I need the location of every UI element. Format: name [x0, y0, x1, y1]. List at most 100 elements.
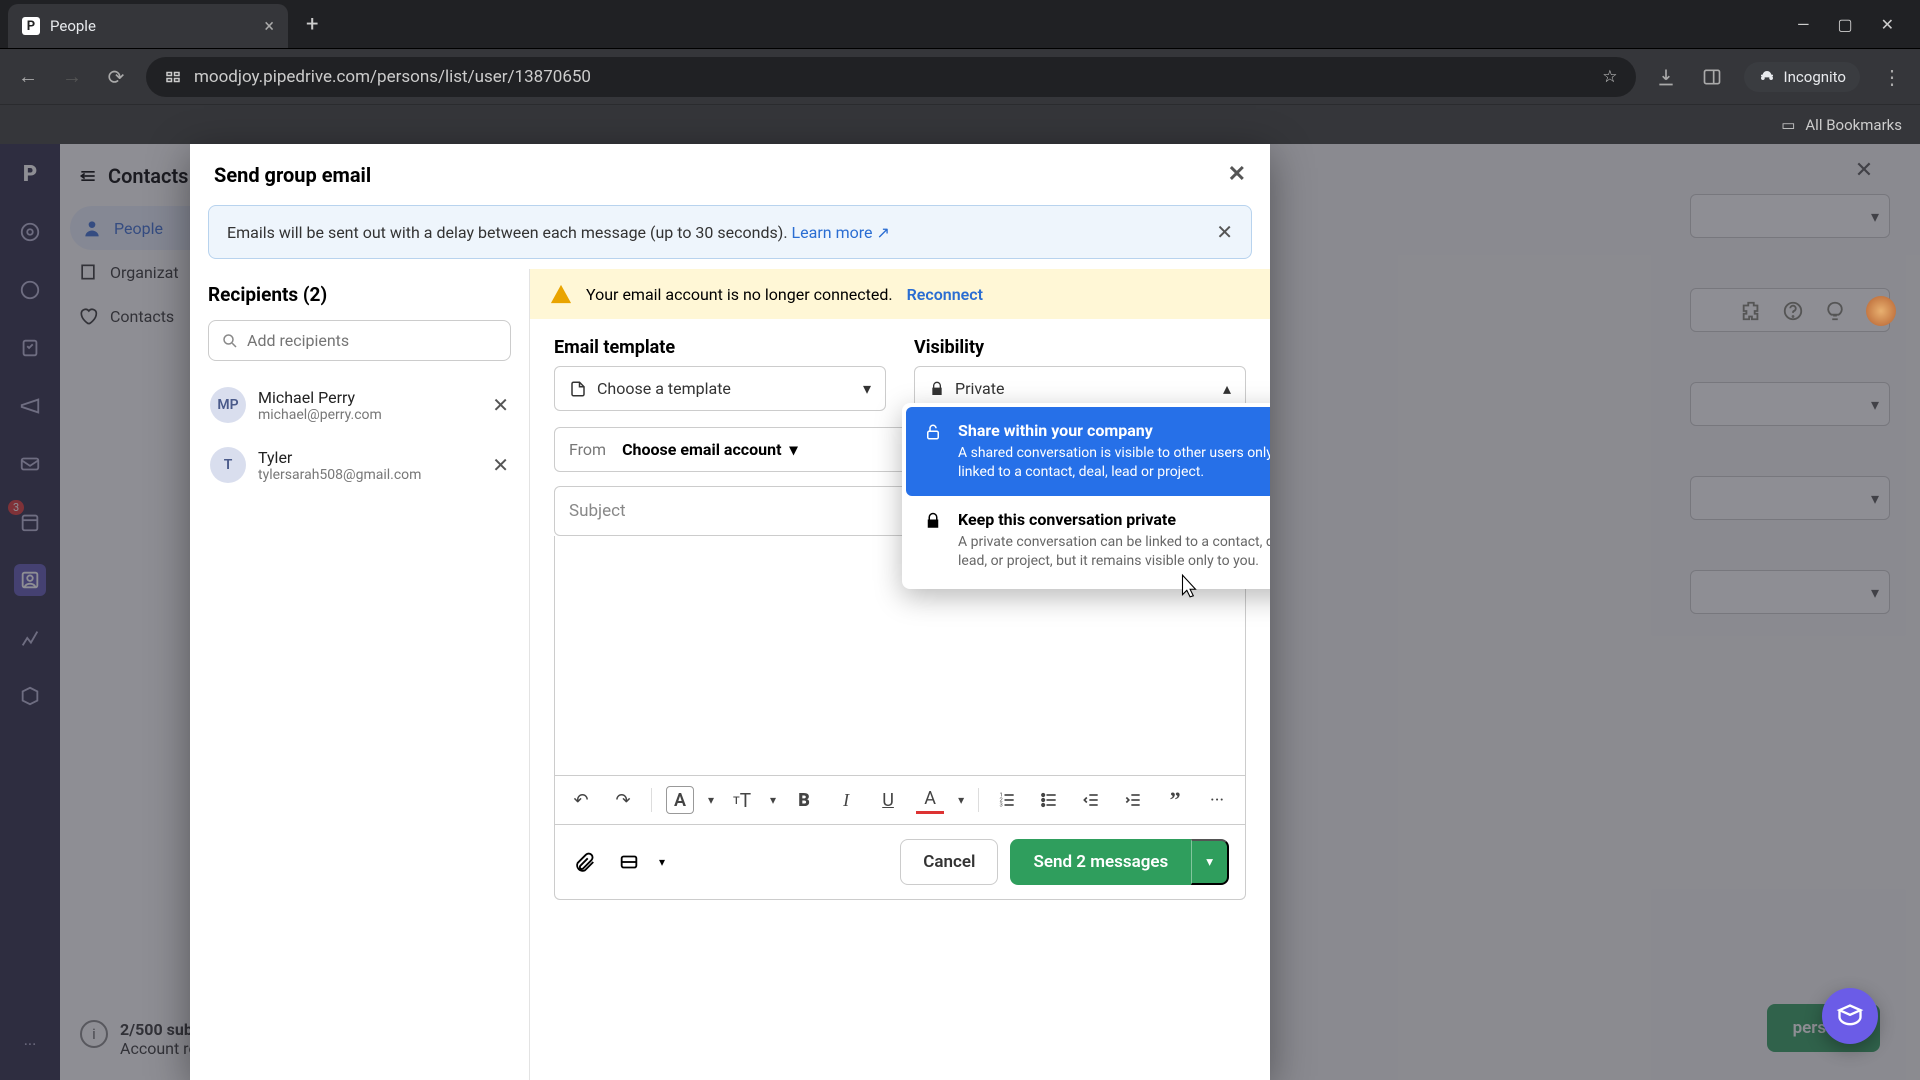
recipient-email: tylersarah508@gmail.com	[258, 467, 480, 483]
undo-icon[interactable]: ↶	[567, 786, 595, 814]
url-input[interactable]: moodjoy.pipedrive.com/persons/list/user/…	[146, 57, 1636, 97]
reconnect-link[interactable]: Reconnect	[907, 285, 983, 304]
insert-field-icon[interactable]	[615, 848, 643, 876]
chevron-down-icon[interactable]: ▾	[770, 793, 776, 807]
info-text: Emails will be sent out with a delay bet…	[227, 223, 788, 242]
visibility-option-private[interactable]: Keep this conversation private A private…	[906, 496, 1270, 585]
indent-icon[interactable]	[1119, 786, 1147, 814]
back-button[interactable]: ←	[14, 63, 42, 91]
recipient-row: T Tyler tylersarah508@gmail.com ✕	[208, 435, 511, 495]
visibility-dropdown: Share within your company A shared conve…	[902, 403, 1270, 589]
unlock-icon	[922, 423, 944, 441]
remove-recipient-icon[interactable]: ✕	[492, 453, 509, 477]
recipients-search-field[interactable]	[247, 331, 498, 350]
italic-icon[interactable]: I	[832, 786, 860, 814]
avatar: MP	[210, 387, 246, 423]
bookmark-star-icon[interactable]: ☆	[1602, 67, 1617, 87]
tab-title: People	[50, 17, 254, 35]
from-label: From	[569, 440, 606, 459]
search-icon	[221, 332, 239, 350]
site-settings-icon[interactable]	[164, 68, 182, 86]
send-group-email-modal: Send group email ✕ Emails will be sent o…	[190, 144, 1270, 1080]
url-text: moodjoy.pipedrive.com/persons/list/user/…	[194, 67, 591, 87]
option-title: Keep this conversation private	[958, 510, 1270, 529]
remove-recipient-icon[interactable]: ✕	[492, 393, 509, 417]
template-icon	[569, 380, 587, 398]
new-tab-button[interactable]: +	[296, 6, 328, 43]
chevron-up-icon: ▴	[1223, 379, 1231, 398]
sidepanel-icon[interactable]	[1698, 63, 1726, 91]
learn-more-link[interactable]: Learn more ↗	[792, 223, 890, 242]
extensions-icon[interactable]	[1740, 300, 1762, 322]
font-family-icon[interactable]: A	[666, 786, 694, 814]
chevron-down-icon[interactable]: ▾	[659, 855, 665, 869]
compose-panel: Your email account is no longer connecte…	[530, 269, 1270, 1080]
chevron-down-icon: ▾	[863, 379, 871, 398]
text-color-icon[interactable]: A	[916, 786, 944, 814]
browser-tab[interactable]: P People ×	[8, 4, 288, 48]
from-account-select[interactable]: Choose email account ▾	[622, 440, 797, 459]
cancel-button[interactable]: Cancel	[900, 839, 998, 885]
more-tools-icon[interactable]: ···	[1203, 786, 1231, 814]
avatar: T	[210, 447, 246, 483]
recipients-heading: Recipients (2)	[208, 283, 511, 306]
maximize-icon[interactable]: ▢	[1837, 15, 1852, 34]
visibility-option-shared[interactable]: Share within your company A shared conve…	[906, 407, 1270, 496]
folder-icon: ▭	[1781, 116, 1795, 134]
unordered-list-icon[interactable]	[1035, 786, 1063, 814]
template-select[interactable]: Choose a template ▾	[554, 366, 886, 411]
info-banner: Emails will be sent out with a delay bet…	[208, 205, 1252, 259]
window-controls: — ▢ ✕	[1797, 15, 1912, 34]
ordered-list-icon[interactable]: 123	[993, 786, 1021, 814]
chevron-down-icon: ▾	[790, 440, 798, 459]
app-header-actions	[1740, 296, 1896, 326]
tab-favicon-icon: P	[22, 17, 40, 35]
lock-icon	[929, 381, 945, 397]
recipient-name: Tyler	[258, 448, 480, 467]
help-icon[interactable]	[1782, 300, 1804, 322]
forward-button[interactable]: →	[58, 63, 86, 91]
chevron-down-icon[interactable]: ▾	[708, 793, 714, 807]
reload-button[interactable]: ⟳	[102, 63, 130, 91]
font-size-icon[interactable]: тT	[728, 786, 756, 814]
all-bookmarks-button[interactable]: All Bookmarks	[1805, 116, 1902, 134]
modal-title: Send group email	[214, 163, 371, 187]
user-avatar[interactable]	[1866, 296, 1896, 326]
minimize-icon[interactable]: —	[1797, 15, 1810, 34]
address-bar: ← → ⟳ moodjoy.pipedrive.com/persons/list…	[0, 48, 1920, 104]
dismiss-banner-icon[interactable]: ✕	[1216, 220, 1233, 244]
incognito-indicator[interactable]: Incognito	[1744, 62, 1860, 92]
redo-icon[interactable]: ↷	[609, 786, 637, 814]
quote-icon[interactable]: ”	[1161, 786, 1189, 814]
outdent-icon[interactable]	[1077, 786, 1105, 814]
send-options-button[interactable]: ▾	[1191, 839, 1229, 885]
warning-banner: Your email account is no longer connecte…	[530, 269, 1270, 319]
bookmarks-bar: ▭ All Bookmarks	[0, 104, 1920, 144]
close-icon[interactable]: ×	[264, 16, 274, 37]
lightbulb-icon[interactable]	[1824, 300, 1846, 322]
recipients-panel: Recipients (2) MP Michael Perry michael@…	[190, 269, 530, 1080]
chevron-down-icon[interactable]: ▾	[958, 793, 964, 807]
recipient-email: michael@perry.com	[258, 407, 480, 423]
lock-icon	[922, 512, 944, 530]
underline-icon[interactable]: U	[874, 786, 902, 814]
option-description: A private conversation can be linked to …	[958, 533, 1270, 571]
warning-text: Your email account is no longer connecte…	[586, 285, 893, 304]
close-icon[interactable]: ✕	[1228, 162, 1246, 187]
svg-text:3: 3	[1000, 803, 1003, 809]
downloads-icon[interactable]	[1652, 63, 1680, 91]
close-window-icon[interactable]: ✕	[1881, 15, 1894, 34]
browser-menu-icon[interactable]: ⋮	[1878, 63, 1906, 91]
attachment-icon[interactable]	[571, 848, 599, 876]
recipient-row: MP Michael Perry michael@perry.com ✕	[208, 375, 511, 435]
visibility-label: Visibility	[914, 337, 1246, 358]
editor-toolbar: ↶ ↷ A ▾ тT ▾ B I U A ▾ 123	[554, 776, 1246, 825]
bold-icon[interactable]: B	[790, 786, 818, 814]
option-description: A shared conversation is visible to othe…	[958, 444, 1270, 482]
browser-tab-bar: P People × + — ▢ ✕	[0, 0, 1920, 48]
send-button[interactable]: Send 2 messages	[1010, 839, 1191, 885]
template-label: Email template	[554, 337, 886, 358]
add-recipients-input[interactable]	[208, 320, 511, 361]
help-fab[interactable]	[1822, 988, 1878, 1044]
warning-icon	[550, 283, 572, 305]
